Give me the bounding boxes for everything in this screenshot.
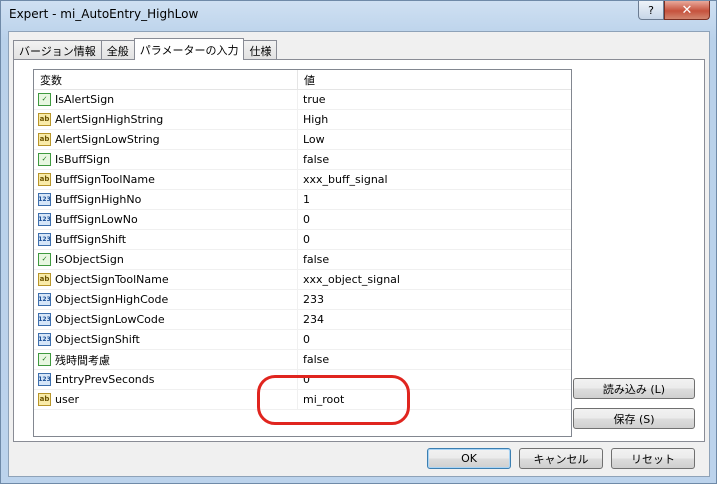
string-type-icon: ab	[38, 113, 51, 126]
parameter-value[interactable]: 0	[298, 210, 571, 229]
table-row[interactable]: 123 BuffSignLowNo 0	[34, 210, 571, 230]
parameter-value[interactable]: 0	[298, 230, 571, 249]
column-header-value[interactable]: 値	[298, 70, 571, 89]
table-row[interactable]: 123 ObjectSignHighCode 233	[34, 290, 571, 310]
close-button[interactable]: ✕	[664, 1, 710, 20]
table-row[interactable]: 123 BuffSignHighNo 1	[34, 190, 571, 210]
parameter-name-cell: ✓ IsBuffSign	[34, 150, 298, 169]
parameter-value[interactable]: false	[298, 350, 571, 369]
parameter-name-cell: 123 ObjectSignHighCode	[34, 290, 298, 309]
table-row[interactable]: ✓ 残時間考慮 false	[34, 350, 571, 370]
parameter-name-cell: ab AlertSignLowString	[34, 130, 298, 149]
parameter-name: BuffSignHighNo	[55, 193, 142, 206]
table-row[interactable]: ✓ IsBuffSign false	[34, 150, 571, 170]
integer-type-icon: 123	[38, 213, 51, 226]
table-row[interactable]: 123 ObjectSignLowCode 234	[34, 310, 571, 330]
parameter-name: IsObjectSign	[55, 253, 124, 266]
cancel-button[interactable]: キャンセル	[519, 448, 603, 469]
parameter-value[interactable]: false	[298, 250, 571, 269]
parameter-name: BuffSignLowNo	[55, 213, 138, 226]
tab-parameters[interactable]: パラメーターの入力	[133, 38, 245, 60]
help-button[interactable]: ?	[638, 1, 664, 20]
table-row[interactable]: ✓ IsAlertSign true	[34, 90, 571, 110]
reset-button[interactable]: リセット	[611, 448, 695, 469]
parameter-name: ObjectSignLowCode	[55, 313, 165, 326]
load-button[interactable]: 読み込み (L)	[573, 378, 695, 399]
parameter-name: IsAlertSign	[55, 93, 115, 106]
parameter-name-cell: 123 ObjectSignLowCode	[34, 310, 298, 329]
expert-dialog: Expert - mi_AutoEntry_HighLow ? ✕ バージョン情…	[0, 0, 717, 484]
table-row[interactable]: ab AlertSignHighString High	[34, 110, 571, 130]
parameter-name-cell: ab BuffSignToolName	[34, 170, 298, 189]
integer-type-icon: 123	[38, 233, 51, 246]
parameter-name: user	[55, 393, 79, 406]
table-row[interactable]: 123 BuffSignShift 0	[34, 230, 571, 250]
table-row[interactable]: ✓ IsObjectSign false	[34, 250, 571, 270]
parameter-name-cell: 123 BuffSignLowNo	[34, 210, 298, 229]
parameter-name: 残時間考慮	[55, 353, 110, 367]
save-button[interactable]: 保存 (S)	[573, 408, 695, 429]
parameter-name: BuffSignShift	[55, 233, 127, 246]
red-annotation-ellipse	[257, 375, 410, 425]
table-row[interactable]: ab BuffSignToolName xxx_buff_signal	[34, 170, 571, 190]
parameter-name-cell: ab AlertSignHighString	[34, 110, 298, 129]
grid-rows: ✓ IsAlertSign true ab AlertSignHighString Hig…	[34, 90, 571, 410]
integer-type-icon: 123	[38, 373, 51, 386]
integer-type-icon: 123	[38, 313, 51, 326]
parameter-name-cell: ✓ 残時間考慮	[34, 350, 298, 369]
bool-type-icon: ✓	[38, 93, 51, 106]
parameter-name: AlertSignHighString	[55, 113, 164, 126]
parameter-value[interactable]: Low	[298, 130, 571, 149]
integer-type-icon: 123	[38, 293, 51, 306]
ok-button[interactable]: OK	[427, 448, 511, 469]
window-title: Expert - mi_AutoEntry_HighLow	[9, 7, 199, 21]
integer-type-icon: 123	[38, 333, 51, 346]
tab-version-info[interactable]: バージョン情報	[13, 40, 102, 60]
parameter-name: ObjectSignToolName	[55, 273, 169, 286]
parameter-value[interactable]: 233	[298, 290, 571, 309]
parameter-name-cell: ✓ IsObjectSign	[34, 250, 298, 269]
bool-type-icon: ✓	[38, 353, 51, 366]
parameter-value[interactable]: 234	[298, 310, 571, 329]
parameter-name-cell: ab ObjectSignToolName	[34, 270, 298, 289]
parameter-value[interactable]: false	[298, 150, 571, 169]
bool-type-icon: ✓	[38, 153, 51, 166]
parameter-value[interactable]: xxx_object_signal	[298, 270, 571, 289]
parameter-name-cell: 123 ObjectSignShift	[34, 330, 298, 349]
table-row[interactable]: ab AlertSignLowString Low	[34, 130, 571, 150]
tab-specifications[interactable]: 仕様	[243, 40, 278, 60]
grid-header: 変数 値	[34, 70, 571, 90]
tab-bar: バージョン情報 全般 パラメーターの入力 仕様	[13, 38, 278, 60]
parameter-value[interactable]: High	[298, 110, 571, 129]
tab-general[interactable]: 全般	[100, 40, 135, 60]
integer-type-icon: 123	[38, 193, 51, 206]
parameter-value[interactable]: xxx_buff_signal	[298, 170, 571, 189]
parameter-value[interactable]: 1	[298, 190, 571, 209]
parameter-value[interactable]: true	[298, 90, 571, 109]
parameter-name: IsBuffSign	[55, 153, 111, 166]
string-type-icon: ab	[38, 133, 51, 146]
table-row[interactable]: ab ObjectSignToolName xxx_object_signal	[34, 270, 571, 290]
parameter-name-cell: ✓ IsAlertSign	[34, 90, 298, 109]
table-row[interactable]: 123 ObjectSignShift 0	[34, 330, 571, 350]
string-type-icon: ab	[38, 173, 51, 186]
string-type-icon: ab	[38, 393, 51, 406]
parameter-name: EntryPrevSeconds	[55, 373, 155, 386]
parameter-name-cell: 123 BuffSignHighNo	[34, 190, 298, 209]
parameter-name: BuffSignToolName	[55, 173, 155, 186]
column-header-variable[interactable]: 変数	[34, 70, 298, 89]
parameter-name-cell: 123 BuffSignShift	[34, 230, 298, 249]
parameter-name: ObjectSignHighCode	[55, 293, 169, 306]
parameter-name: AlertSignLowString	[55, 133, 160, 146]
parameter-value[interactable]: 0	[298, 330, 571, 349]
parameter-name: ObjectSignShift	[55, 333, 140, 346]
bool-type-icon: ✓	[38, 253, 51, 266]
string-type-icon: ab	[38, 273, 51, 286]
